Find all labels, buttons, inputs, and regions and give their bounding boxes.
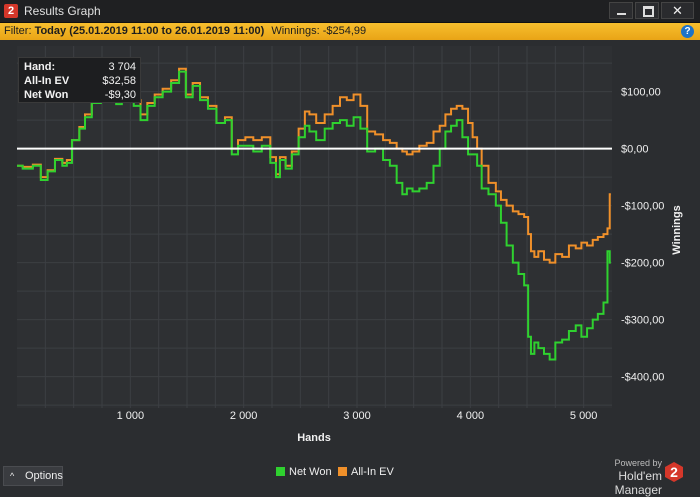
y-tick-label: -$100,00 [621,201,664,213]
title-bar: 2 Results Graph ✕ [0,0,700,23]
results-graph[interactable]: $100,00 $0,00 -$100,00 -$200,00 -$300,00 -$40… [0,40,700,490]
minimize-button[interactable] [609,2,633,19]
x-tick-label: 4 000 [457,410,485,422]
info-allin-label: All-In EV [24,75,70,87]
options-label: Options [25,470,63,482]
x-tick-label: 3 000 [343,410,371,422]
brand-name: Hold'em Manager [614,469,662,497]
x-tick-label: 5 000 [570,410,598,422]
filter-value: Today (25.01.2019 11:00 to 26.01.2019 11… [34,25,265,37]
hover-info-box: Hand: 3 704 All-In EV $32,58 Net Won -$9… [18,57,141,103]
close-button[interactable]: ✕ [661,2,694,19]
filter-label: Filter: [4,25,32,37]
info-net-label: Net Won [24,89,69,101]
x-tick-label: 2 000 [230,410,258,422]
y-tick-label: $0,00 [621,144,649,156]
info-hand-row: Hand: 3 704 [24,61,136,75]
info-net-value: -$9,30 [104,89,136,101]
y-tick-label: -$200,00 [621,258,664,270]
legend-label-net-won: Net Won [289,466,332,478]
info-net-row: Net Won -$9,30 [24,89,136,103]
y-tick-label: -$400,00 [621,372,664,384]
window-title: Results Graph [24,4,101,18]
x-tick-label: 1 000 [117,410,145,422]
winnings-label: Winnings: [271,25,320,37]
legend-item-allin-ev[interactable]: All-In EV [338,466,394,478]
y-tick-label: $100,00 [621,87,661,99]
legend-swatch-net-won [276,467,285,476]
info-allin-row: All-In EV $32,58 [24,75,136,89]
y-axis-title: Winnings [671,205,683,254]
powered-by-label: Powered by [614,458,662,468]
legend-label-allin-ev: All-In EV [351,466,394,478]
winnings-value: -$254,99 [322,25,367,37]
help-icon[interactable]: ? [681,25,694,38]
info-hand-value: 3 704 [108,61,136,73]
info-allin-value: $32,58 [102,75,136,87]
filter-summary: Filter: Today (25.01.2019 11:00 to 26.01… [4,23,366,40]
maximize-button[interactable] [635,2,659,19]
app-logo-icon: 2 [4,4,18,18]
legend-item-net-won[interactable]: Net Won [276,466,332,478]
legend-swatch-allin-ev [338,467,347,476]
options-button[interactable]: ^ Options [3,466,63,486]
results-chart-area: $100,00 $0,00 -$100,00 -$200,00 -$300,00 -$40… [0,40,700,490]
powered-by: Powered by Hold'em Manager [576,458,662,497]
x-axis-title: Hands [297,432,331,444]
chevron-up-icon: ^ [10,471,15,481]
filter-bar: Filter: Today (25.01.2019 11:00 to 26.01… [0,23,700,40]
y-tick-label: -$300,00 [621,315,664,327]
info-hand-label: Hand: [24,61,56,73]
close-icon: ✕ [672,3,683,18]
